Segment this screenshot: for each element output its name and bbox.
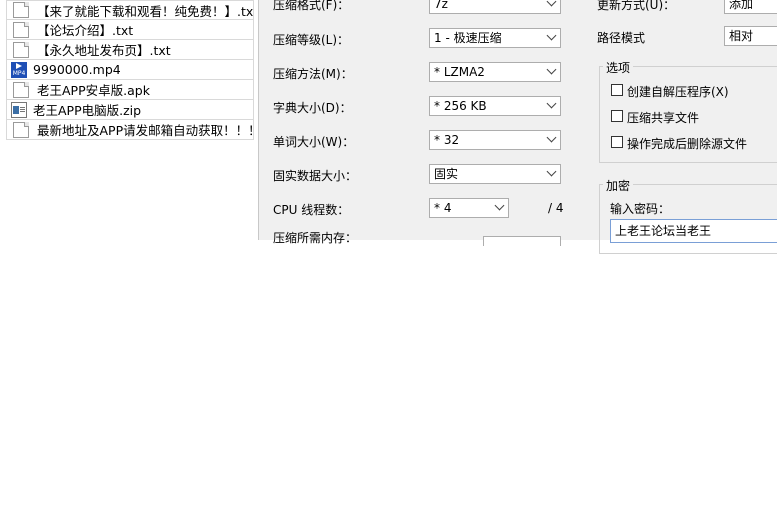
chevron-down-icon — [546, 0, 557, 7]
file-row[interactable]: 老王APP电脑版.zip — [6, 100, 254, 120]
chevron-down-icon — [546, 166, 557, 177]
path-mode-select[interactable]: 相对 — [724, 26, 777, 46]
chevron-down-icon — [494, 200, 505, 211]
level-select-value: 1 - 极速压缩 — [434, 31, 502, 45]
update-mode-select-value: 添加 — [729, 0, 754, 11]
file-name: 【论坛介绍】.txt — [37, 23, 134, 38]
cpu-threads-label: CPU 线程数： — [273, 203, 350, 217]
file-row[interactable]: MP4 9990000.mp4 — [6, 60, 254, 80]
txt-file-icon — [13, 21, 29, 38]
word-size-label: 单词大小(W)： — [273, 135, 355, 149]
path-mode-label: 路径模式 — [597, 31, 646, 45]
memory-usage-label: 压缩所需内存： — [273, 231, 358, 245]
update-mode-select[interactable]: 添加 — [724, 0, 777, 14]
txt-file-icon — [13, 121, 29, 138]
cpu-threads-select-value: * 4 — [434, 201, 452, 215]
format-label: 压缩格式(F)： — [273, 0, 350, 12]
file-row[interactable]: 【来了就能下载和观看！纯免费！】.txt — [6, 0, 254, 20]
solid-block-select-value: 固实 — [434, 167, 459, 181]
txt-file-icon — [13, 2, 29, 18]
memory-usage-field — [483, 236, 561, 246]
zip-file-icon — [11, 101, 27, 118]
word-size-select[interactable]: * 32 — [429, 130, 561, 150]
delete-after-checkbox[interactable] — [611, 136, 623, 148]
mp4-file-icon: MP4 — [11, 61, 27, 78]
file-name: 老王APP电脑版.zip — [33, 103, 142, 118]
solid-block-label: 固实数据大小： — [273, 169, 358, 183]
sfx-checkbox-label: 创建自解压程序(X) — [627, 85, 729, 99]
add-to-archive-dialog: 压缩格式(F)： 7z 压缩等级(L)： 1 - 极速压缩 压缩方法(M)： *… — [258, 0, 777, 254]
method-select-value: * LZMA2 — [434, 65, 485, 79]
dictionary-select[interactable]: * 256 KB — [429, 96, 561, 116]
word-size-select-value: * 32 — [434, 133, 460, 147]
encryption-group-title: 加密 — [603, 177, 634, 194]
format-select[interactable]: 7z — [429, 0, 561, 14]
chevron-down-icon — [546, 30, 557, 41]
dictionary-select-value: * 256 KB — [434, 99, 487, 113]
level-label: 压缩等级(L)： — [273, 33, 350, 47]
cpu-threads-select[interactable]: * 4 — [429, 198, 509, 218]
file-row[interactable]: 老王APP安卓版.apk — [6, 80, 254, 100]
password-input[interactable]: 上老王论坛当老王 — [610, 219, 777, 243]
format-select-value: 7z — [434, 0, 448, 11]
txt-file-icon — [13, 41, 29, 58]
shared-files-checkbox[interactable] — [611, 110, 623, 122]
file-name: 【永久地址发布页】.txt — [37, 43, 171, 58]
chevron-down-icon — [546, 64, 557, 75]
file-list: 【来了就能下载和观看！纯免费！】.txt 【论坛介绍】.txt 【永久地址发布页… — [6, 0, 254, 140]
file-row[interactable]: 【论坛介绍】.txt — [6, 20, 254, 40]
options-group-title: 选项 — [603, 59, 634, 76]
apk-file-icon — [13, 81, 29, 98]
chevron-down-icon — [546, 132, 557, 143]
file-name: 9990000.mp4 — [33, 62, 121, 77]
solid-block-select[interactable]: 固实 — [429, 164, 561, 184]
sfx-checkbox[interactable] — [611, 84, 623, 96]
file-name: 【来了就能下载和观看！纯免费！】.txt — [37, 3, 254, 19]
path-mode-select-value: 相对 — [729, 29, 754, 43]
delete-after-checkbox-label: 操作完成后删除源文件 — [627, 137, 748, 151]
file-row[interactable]: 【永久地址发布页】.txt — [6, 40, 254, 60]
method-label: 压缩方法(M)： — [273, 67, 353, 81]
shared-files-checkbox-label: 压缩共享文件 — [627, 111, 700, 125]
file-row[interactable]: 最新地址及APP请发邮箱自动获取！！！... — [6, 120, 254, 140]
cpu-threads-total: / 4 — [548, 201, 564, 215]
chevron-down-icon — [546, 98, 557, 109]
password-label: 输入密码： — [610, 202, 671, 216]
file-name: 最新地址及APP请发邮箱自动获取！！！... — [37, 123, 254, 138]
update-mode-label: 更新方式(U)： — [597, 0, 676, 12]
level-select[interactable]: 1 - 极速压缩 — [429, 28, 561, 48]
dictionary-label: 字典大小(D)： — [273, 101, 352, 115]
method-select[interactable]: * LZMA2 — [429, 62, 561, 82]
file-name: 老王APP安卓版.apk — [37, 83, 150, 98]
